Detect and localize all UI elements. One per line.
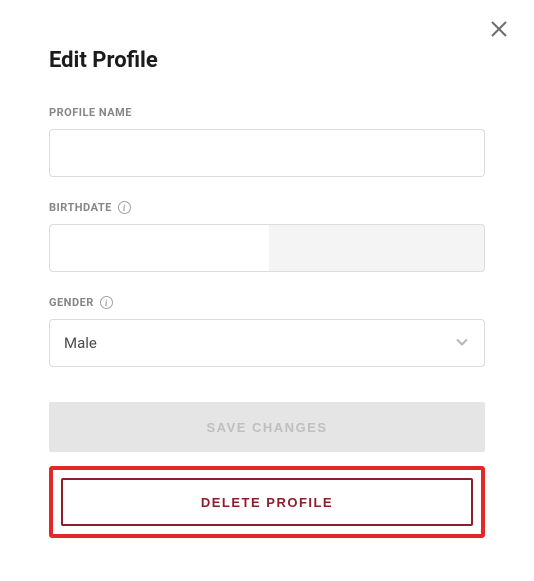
delete-highlight-box: DELETE PROFILE: [49, 466, 485, 538]
edit-profile-form: PROFILE NAME BIRTHDATE i GENDER i Male: [49, 106, 485, 391]
birthdate-label: BIRTHDATE i: [49, 201, 485, 214]
birthdate-field: BIRTHDATE i: [49, 201, 485, 272]
delete-profile-button[interactable]: DELETE PROFILE: [61, 478, 473, 526]
close-icon: [490, 20, 508, 42]
birthdate-label-text: BIRTHDATE: [49, 201, 112, 214]
gender-select[interactable]: Male: [49, 319, 485, 367]
profile-name-label-text: PROFILE NAME: [49, 106, 132, 119]
close-button[interactable]: [488, 20, 510, 42]
save-changes-button[interactable]: SAVE CHANGES: [49, 402, 485, 452]
gender-label: GENDER i: [49, 296, 485, 309]
birthdate-input[interactable]: [49, 224, 269, 272]
birthdate-disabled-area: [269, 224, 485, 272]
button-group: SAVE CHANGES DELETE PROFILE: [49, 402, 485, 538]
gender-field: GENDER i Male: [49, 296, 485, 367]
gender-select-wrap: Male: [49, 319, 485, 367]
profile-name-input[interactable]: [49, 129, 485, 177]
gender-selected-value: Male: [64, 334, 97, 352]
gender-label-text: GENDER: [49, 296, 94, 309]
info-icon[interactable]: i: [100, 296, 113, 309]
birthdate-row: [49, 224, 485, 272]
page-title: Edit Profile: [49, 48, 158, 73]
profile-name-field: PROFILE NAME: [49, 106, 485, 177]
info-icon[interactable]: i: [118, 201, 131, 214]
profile-name-label: PROFILE NAME: [49, 106, 485, 119]
